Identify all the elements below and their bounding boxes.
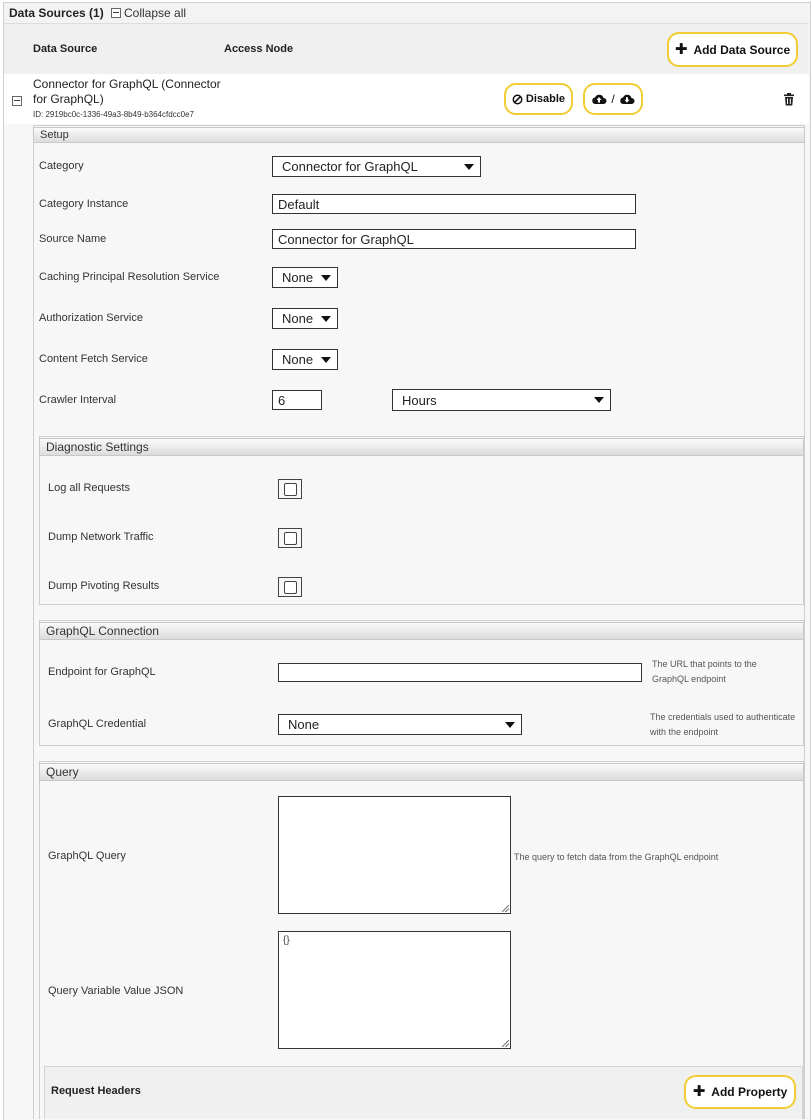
crawler-unit-value: Hours xyxy=(402,392,437,408)
cloud-download-icon xyxy=(619,94,635,104)
column-header-access-node: Access Node xyxy=(224,43,294,55)
graphql-query-help-text: The query to fetch data from the GraphQL… xyxy=(514,852,719,862)
endpoint-help-text: The URL that points to the GraphQL endpo… xyxy=(652,659,757,684)
collapse-icon xyxy=(111,8,121,18)
source-name-label: Source Name xyxy=(39,233,107,245)
query-variable-label: Query Variable Value JSON xyxy=(48,985,184,997)
collapse-all-label: Collapse all xyxy=(124,6,187,20)
upload-download-separator: / xyxy=(611,92,615,106)
content-fetch-value: None xyxy=(282,352,314,367)
credential-label: GraphQL Credential xyxy=(48,718,147,730)
crawler-interval-label: Crawler Interval xyxy=(39,394,117,406)
credential-value: None xyxy=(288,717,320,732)
resize-handle-icon[interactable] xyxy=(502,905,509,912)
crawler-interval-input[interactable]: 6 xyxy=(272,390,322,410)
authorization-service-value: None xyxy=(282,311,314,326)
category-select-value: Connector for GraphQL xyxy=(282,159,418,174)
crawler-interval-value: 6 xyxy=(278,392,286,408)
data-source-id: ID: 2919bc0c-1336-49a3-8b49-b364cfdcc0e7 xyxy=(33,110,195,119)
category-select[interactable]: Connector for GraphQL xyxy=(272,156,481,177)
chevron-down-icon xyxy=(321,356,331,363)
category-instance-value: Default xyxy=(278,196,320,212)
plus-icon: ✚ xyxy=(692,1083,706,1100)
dump-pivoting-checkbox[interactable] xyxy=(278,577,302,597)
authorization-service-label: Authorization Service xyxy=(39,312,143,324)
category-instance-label: Category Instance xyxy=(39,198,129,210)
chevron-down-icon xyxy=(594,397,604,403)
endpoint-label: Endpoint for GraphQL xyxy=(48,666,156,678)
query-variable-value: {} xyxy=(283,935,290,946)
add-property-label: Add Property xyxy=(711,1085,788,1099)
content-fetch-select[interactable]: None xyxy=(272,349,338,370)
authorization-service-select[interactable]: None xyxy=(272,308,338,329)
setup-section-header: Setup xyxy=(33,127,805,143)
collapse-all-toggle[interactable]: Collapse all xyxy=(111,6,186,20)
log-requests-checkbox[interactable] xyxy=(278,479,302,499)
query-variable-textarea[interactable]: {} xyxy=(278,931,511,1049)
data-sources-title: Data Sources (1) xyxy=(9,6,104,20)
category-label: Category xyxy=(39,160,84,172)
disable-button[interactable]: Disable xyxy=(504,83,573,115)
caching-service-select[interactable]: None xyxy=(272,267,338,288)
log-requests-label: Log all Requests xyxy=(48,482,130,494)
dump-pivoting-label: Dump Pivoting Results xyxy=(48,580,160,592)
endpoint-input[interactable] xyxy=(278,663,642,682)
dump-network-label: Dump Network Traffic xyxy=(48,531,154,543)
source-name-input[interactable]: Connector for GraphQL xyxy=(272,229,636,249)
content-fetch-label: Content Fetch Service xyxy=(39,353,148,365)
cloud-upload-icon xyxy=(592,94,607,104)
source-name-value: Connector for GraphQL xyxy=(278,231,414,247)
query-header: Query xyxy=(39,763,804,781)
graphql-query-textarea[interactable] xyxy=(278,796,511,914)
chevron-down-icon xyxy=(505,721,515,728)
credential-help-text: The credentials used to authenticate wit… xyxy=(650,712,796,737)
resize-handle-icon[interactable] xyxy=(502,1040,509,1047)
add-data-source-label: Add Data Source xyxy=(693,42,791,57)
caching-service-label: Caching Principal Resolution Service xyxy=(39,271,220,283)
chevron-down-icon xyxy=(321,274,331,281)
add-property-button[interactable]: ✚ Add Property xyxy=(684,1075,796,1109)
crawler-unit-select[interactable]: Hours xyxy=(392,389,611,411)
category-instance-input[interactable]: Default xyxy=(272,194,636,214)
add-data-source-button[interactable]: ✚ Add Data Source xyxy=(667,32,798,67)
column-header-data-source: Data Source xyxy=(33,43,98,55)
data-source-name: Connector for GraphQL (Connector for Gra… xyxy=(33,77,221,106)
graphql-connection-header: GraphQL Connection xyxy=(39,622,804,640)
request-headers-label: Request Headers xyxy=(51,1085,141,1097)
disable-label: Disable xyxy=(525,93,566,105)
credential-select[interactable]: None xyxy=(278,714,522,735)
graphql-query-label: GraphQL Query xyxy=(48,850,126,862)
trash-icon[interactable] xyxy=(783,93,795,106)
upload-download-button[interactable]: / xyxy=(583,83,643,115)
plus-icon: ✚ xyxy=(674,40,688,58)
caching-service-value: None xyxy=(282,270,314,285)
diagnostic-settings-header: Diagnostic Settings xyxy=(39,438,804,456)
collapse-row-icon[interactable] xyxy=(12,96,22,106)
dump-network-checkbox[interactable] xyxy=(278,528,302,548)
chevron-down-icon xyxy=(464,163,474,170)
ban-icon xyxy=(512,94,523,104)
chevron-down-icon xyxy=(321,315,331,322)
